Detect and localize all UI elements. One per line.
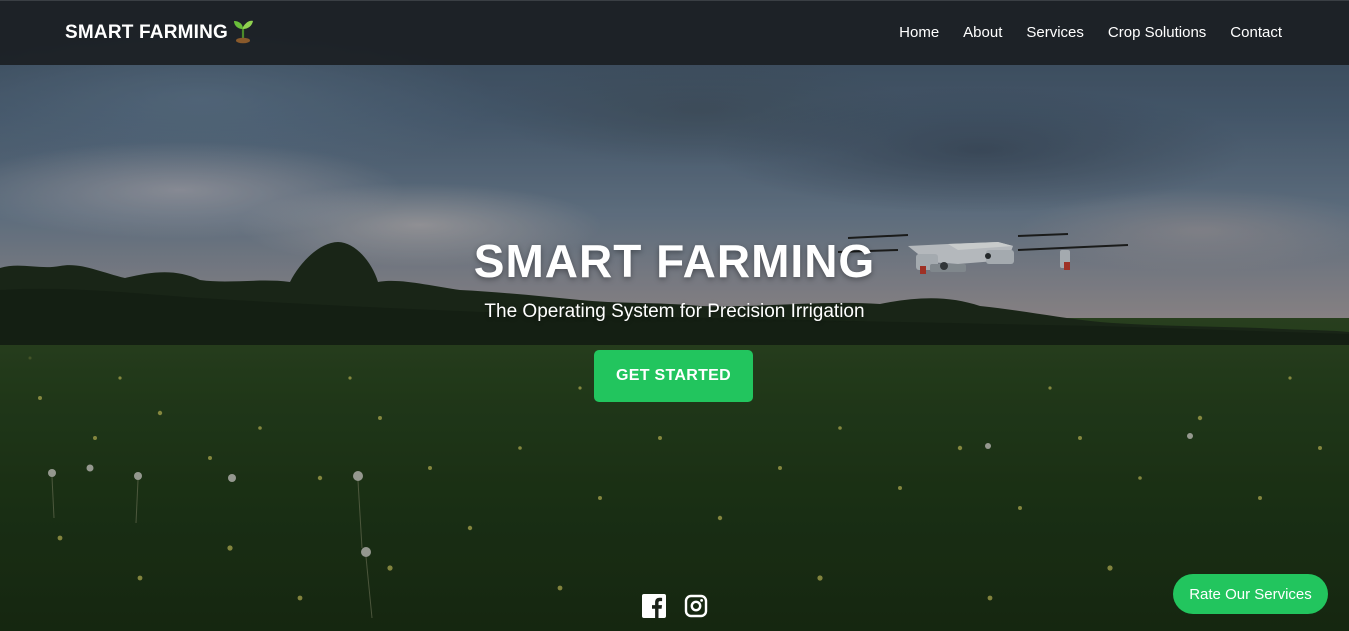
brand-name: SMART FARMING xyxy=(65,22,229,43)
rate-our-services-button[interactable]: Rate Our Services xyxy=(1173,574,1328,614)
brand-logo[interactable]: SMART FARMING xyxy=(65,20,254,44)
nav-link-services[interactable]: Services xyxy=(1026,24,1084,41)
nav-link-crop-solutions[interactable]: Crop Solutions xyxy=(1108,24,1206,41)
hero-subtitle: The Operating System for Precision Irrig… xyxy=(484,301,865,322)
get-started-button[interactable]: GET STARTED xyxy=(594,350,753,402)
landing-page: SMART FARMING Home About Services Crop S… xyxy=(0,0,1349,631)
navbar: SMART FARMING Home About Services Crop S… xyxy=(0,0,1349,65)
hero-title: SMART FARMING xyxy=(473,235,876,287)
facebook-icon[interactable] xyxy=(642,594,666,618)
seedling-icon xyxy=(234,20,254,44)
nav-link-contact[interactable]: Contact xyxy=(1230,24,1282,41)
nav-link-about[interactable]: About xyxy=(963,24,1002,41)
instagram-icon[interactable] xyxy=(684,594,708,618)
social-links xyxy=(642,594,708,618)
nav-links: Home About Services Crop Solutions Conta… xyxy=(899,24,1282,41)
hero-content: SMART FARMING The Operating System for P… xyxy=(0,232,1349,324)
nav-link-home[interactable]: Home xyxy=(899,24,939,41)
